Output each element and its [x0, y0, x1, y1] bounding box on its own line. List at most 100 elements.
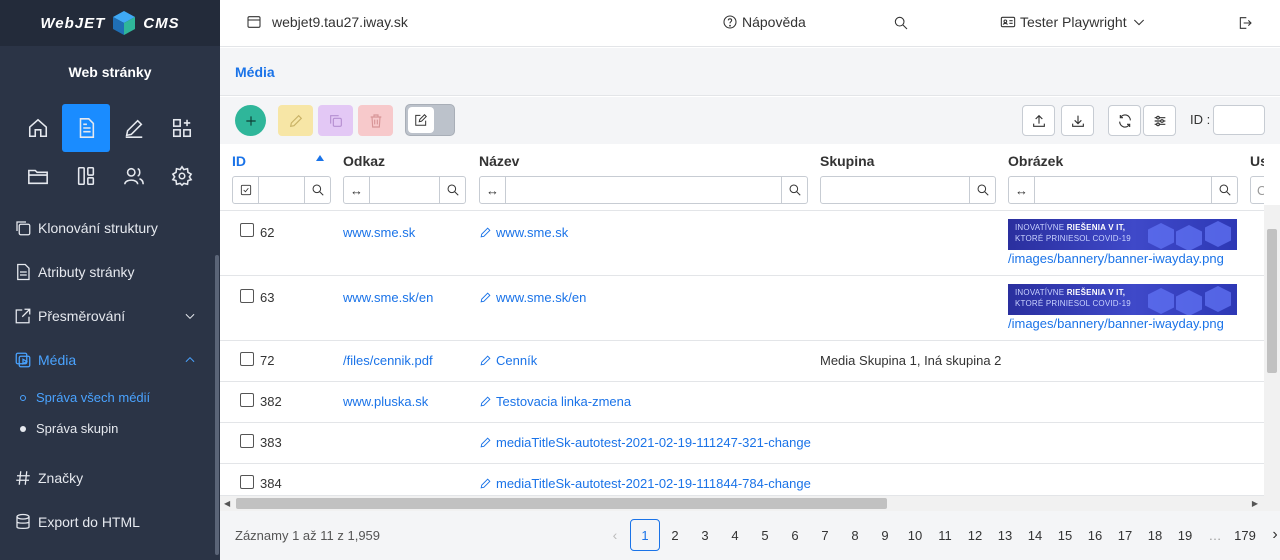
cell-name[interactable]: mediaTitleSk-autotest-2021-02-19-111247-…: [479, 435, 811, 450]
table-row[interactable]: 63 www.sme.sk/en www.sme.sk/en INOVATÍVN…: [220, 275, 1264, 340]
home-icon[interactable]: [14, 104, 62, 152]
cell-name[interactable]: www.sme.sk: [479, 225, 568, 240]
cell-link[interactable]: www.pluska.sk: [343, 394, 428, 409]
column-header-group[interactable]: Skupina: [820, 153, 874, 169]
users-icon[interactable]: [110, 152, 158, 200]
page-button[interactable]: 9: [870, 519, 900, 551]
page-button[interactable]: 5: [750, 519, 780, 551]
scrollbar-thumb[interactable]: [1267, 229, 1277, 373]
search-button[interactable]: [893, 15, 909, 34]
id-filter-input[interactable]: [259, 177, 304, 203]
cell-link[interactable]: www.sme.sk: [343, 225, 415, 240]
submenu-item-groups[interactable]: Správa skupin: [0, 413, 215, 444]
link-filter-search-button[interactable]: [439, 177, 465, 203]
sidebar-item-export-html[interactable]: Export do HTML: [0, 500, 215, 544]
logout-button[interactable]: [1237, 15, 1253, 34]
page-button[interactable]: 8: [840, 519, 870, 551]
filter-operator[interactable]: ↔: [1009, 177, 1035, 203]
page-button[interactable]: 11: [930, 519, 960, 551]
page-button[interactable]: 18: [1140, 519, 1170, 551]
table-row[interactable]: 382 www.pluska.sk Testovacia linka-zmena: [220, 381, 1264, 422]
scroll-left-arrow-icon[interactable]: ◀: [224, 499, 230, 508]
sidebar-scrollbar[interactable]: [215, 255, 219, 555]
row-checkbox[interactable]: [240, 393, 254, 407]
next-page-button[interactable]: ›: [1260, 519, 1280, 551]
pages-icon[interactable]: [62, 104, 110, 152]
cell-name[interactable]: mediaTitleSk-autotest-2021-02-19-111844-…: [479, 476, 811, 491]
sidebar-item-media[interactable]: Média: [0, 338, 215, 382]
page-button[interactable]: 2: [660, 519, 690, 551]
column-header-link[interactable]: Odkaz: [343, 153, 385, 169]
inline-edit-toggle[interactable]: [405, 104, 455, 136]
row-checkbox[interactable]: [240, 352, 254, 366]
sidebar-item-page-attributes[interactable]: Atributy stránky: [0, 250, 215, 294]
column-header-id[interactable]: ID: [232, 153, 246, 169]
cell-link[interactable]: www.sme.sk/en: [343, 290, 433, 305]
id-filter-search-button[interactable]: [304, 177, 330, 203]
banner-thumbnail[interactable]: INOVATÍVNE RIEŠENIA V IT, KTORÉ PRINIESOL…: [1008, 219, 1237, 250]
name-filter-input[interactable]: [506, 177, 781, 203]
column-settings-button[interactable]: [1143, 105, 1176, 136]
order-filter-input[interactable]: Od: [1251, 177, 1264, 203]
group-filter-search-button[interactable]: [969, 177, 995, 203]
logo[interactable]: WebJET CMS: [0, 0, 220, 46]
export-button[interactable]: [1061, 105, 1094, 136]
filter-operator[interactable]: ↔: [480, 177, 506, 203]
help-link[interactable]: Nápověda: [722, 14, 806, 30]
sidebar-item-clone-structure[interactable]: Klonování struktury: [0, 206, 215, 250]
page-button[interactable]: 16: [1080, 519, 1110, 551]
select-all-checkbox[interactable]: [233, 177, 259, 203]
row-checkbox[interactable]: [240, 223, 254, 237]
page-button[interactable]: 4: [720, 519, 750, 551]
cell-name[interactable]: www.sme.sk/en: [479, 290, 586, 305]
import-button[interactable]: [1022, 105, 1055, 136]
page-button[interactable]: 10: [900, 519, 930, 551]
page-button[interactable]: 13: [990, 519, 1020, 551]
image-filter-input[interactable]: [1035, 177, 1211, 203]
page-button[interactable]: 14: [1020, 519, 1050, 551]
row-checkbox[interactable]: [240, 289, 254, 303]
submenu-item-all-media[interactable]: Správa všech médií: [0, 382, 215, 413]
sidebar-item-tags[interactable]: Značky: [0, 456, 215, 500]
table-row[interactable]: 62 www.sme.sk www.sme.sk INOVATÍVNE RIEŠ…: [220, 210, 1264, 275]
edit-icon[interactable]: [110, 104, 158, 152]
row-checkbox[interactable]: [240, 475, 254, 489]
page-button[interactable]: 1: [630, 519, 660, 551]
image-filter-search-button[interactable]: [1211, 177, 1237, 203]
cell-image-path[interactable]: /images/bannery/banner-iwayday.png: [1008, 316, 1224, 331]
cell-link[interactable]: /files/cennik.pdf: [343, 353, 433, 368]
filter-operator[interactable]: ↔: [344, 177, 370, 203]
scrollbar-thumb[interactable]: [236, 498, 887, 509]
page-button[interactable]: 19: [1170, 519, 1200, 551]
id-jump-input[interactable]: [1213, 105, 1265, 135]
table-row[interactable]: 384 mediaTitleSk-autotest-2021-02-19-111…: [220, 463, 1264, 495]
cell-name[interactable]: Cenník: [479, 353, 537, 368]
cell-name[interactable]: Testovacia linka-zmena: [479, 394, 631, 409]
page-button[interactable]: 6: [780, 519, 810, 551]
layout-icon[interactable]: [62, 152, 110, 200]
edit-button[interactable]: [278, 105, 313, 136]
column-header-order[interactable]: Uspo: [1250, 153, 1264, 169]
page-button[interactable]: 15: [1050, 519, 1080, 551]
sidebar-item-redirects[interactable]: Přesměrování: [0, 294, 215, 338]
column-header-name[interactable]: Název: [479, 153, 519, 169]
domain-selector[interactable]: webjet9.tau27.iway.sk: [246, 14, 408, 30]
table-row[interactable]: 383 mediaTitleSk-autotest-2021-02-19-111…: [220, 422, 1264, 463]
name-filter-search-button[interactable]: [781, 177, 807, 203]
column-header-image[interactable]: Obrázek: [1008, 153, 1063, 169]
settings-icon[interactable]: [158, 152, 206, 200]
link-filter-input[interactable]: [370, 177, 439, 203]
reload-button[interactable]: [1108, 105, 1141, 136]
cell-image-path[interactable]: /images/bannery/banner-iwayday.png: [1008, 251, 1224, 266]
row-checkbox[interactable]: [240, 434, 254, 448]
add-button[interactable]: [235, 105, 266, 136]
scroll-right-arrow-icon[interactable]: ▶: [1252, 499, 1258, 508]
duplicate-button[interactable]: [318, 105, 353, 136]
page-button[interactable]: 17: [1110, 519, 1140, 551]
page-button[interactable]: 12: [960, 519, 990, 551]
delete-button[interactable]: [358, 105, 393, 136]
banner-thumbnail[interactable]: INOVATÍVNE RIEŠENIA V IT, KTORÉ PRINIESOL…: [1008, 284, 1237, 315]
page-button[interactable]: 179: [1230, 519, 1260, 551]
table-vertical-scrollbar[interactable]: [1264, 205, 1280, 495]
user-menu[interactable]: Tester Playwright: [1000, 14, 1147, 30]
